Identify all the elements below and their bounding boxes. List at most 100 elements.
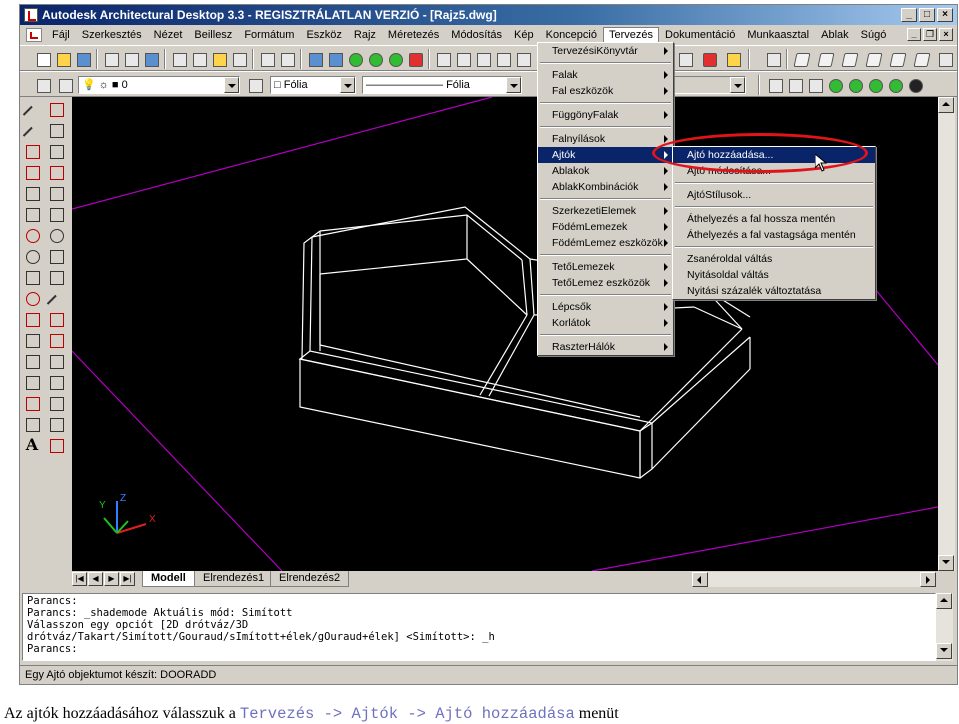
copy-object-icon[interactable]	[46, 120, 66, 140]
save-icon[interactable]	[74, 50, 92, 68]
menu-item-ablakkombinaciok[interactable]: AblakKombinációk	[538, 179, 673, 195]
offset-icon[interactable]	[46, 162, 66, 182]
top-view-icon[interactable]	[792, 50, 810, 68]
menu-tervezes[interactable]: Tervezés	[602, 26, 660, 43]
gouraud-shaded-icon[interactable]	[846, 76, 864, 94]
iso-view-icon[interactable]	[936, 50, 954, 68]
zoom-window-icon[interactable]	[514, 50, 532, 68]
layer-previous-icon[interactable]	[56, 76, 74, 94]
mirror-icon[interactable]	[46, 141, 66, 161]
menu-item-athelyezes-hossz[interactable]: Áthelyezés a fal hossza mentén	[673, 211, 875, 227]
zoom-icon[interactable]	[494, 50, 512, 68]
menu-modositas[interactable]: Módosítás	[445, 27, 508, 43]
multiline-text-icon[interactable]: A	[22, 435, 42, 455]
last-tab-button[interactable]: ▶|	[120, 572, 135, 586]
browser-icon[interactable]	[326, 50, 344, 68]
chevron-down-icon[interactable]	[340, 77, 355, 93]
linetype-select[interactable]: ——————— Fólia	[362, 76, 522, 94]
menu-koncepcio[interactable]: Koncepció	[540, 27, 603, 43]
publish-icon[interactable]	[142, 50, 160, 68]
menu-sugo[interactable]: Súgó	[855, 27, 893, 43]
copy-icon[interactable]	[190, 50, 208, 68]
redo-icon[interactable]	[278, 50, 296, 68]
hide-icon[interactable]	[786, 76, 804, 94]
orbit-icon[interactable]	[906, 76, 924, 94]
make-current-layer-icon[interactable]	[246, 76, 264, 94]
menu-formatum[interactable]: Formátum	[238, 27, 300, 43]
menu-dokumentacio[interactable]: Dokumentáció	[659, 27, 741, 43]
chevron-down-icon[interactable]	[224, 77, 239, 93]
array-icon[interactable]	[46, 183, 66, 203]
doc-close-button[interactable]: ×	[939, 28, 953, 41]
menu-item-fuggonyfalak[interactable]: FüggönyFalak	[538, 107, 673, 123]
print-icon[interactable]	[102, 50, 120, 68]
gouraud-edges-icon[interactable]	[886, 76, 904, 94]
menu-ablak[interactable]: Ablak	[815, 27, 855, 43]
menu-item-athelyezes-vastagsag[interactable]: Áthelyezés a fal vastagsága mentén	[673, 227, 875, 243]
menu-item-lepcsok[interactable]: Lépcsők	[538, 299, 673, 315]
view-icon[interactable]	[764, 50, 782, 68]
scroll-right-button[interactable]	[920, 572, 936, 587]
ucs-icon[interactable]	[386, 50, 404, 68]
flat-shaded-icon[interactable]	[826, 76, 844, 94]
match-properties-icon[interactable]	[230, 50, 248, 68]
line-icon[interactable]	[22, 99, 42, 119]
new-file-icon[interactable]	[34, 50, 52, 68]
polyline-icon[interactable]	[22, 141, 42, 161]
make-block-icon[interactable]	[22, 351, 42, 371]
trim-icon[interactable]	[46, 309, 66, 329]
fillet-icon[interactable]	[46, 414, 66, 434]
insert-block-icon[interactable]	[22, 330, 42, 350]
flat-edges-icon[interactable]	[866, 76, 884, 94]
menu-eszkoz[interactable]: Eszköz	[300, 27, 347, 43]
vertical-scrollbar[interactable]	[938, 97, 955, 571]
tab-elrendezes1[interactable]: Elrendezés1	[194, 571, 274, 587]
menu-item-szerkezetielemek[interactable]: SzerkezetiElemek	[538, 203, 673, 219]
command-history[interactable]: Parancs: Parancs: _shademode Aktuális mód…	[22, 593, 936, 661]
hexagon-icon[interactable]	[22, 183, 42, 203]
hatch-icon[interactable]	[22, 393, 42, 413]
cmd-scroll-up-button[interactable]	[936, 593, 952, 609]
left-view-icon[interactable]	[840, 50, 858, 68]
object-snap-icon[interactable]	[346, 50, 364, 68]
front-view-icon[interactable]	[888, 50, 906, 68]
maximize-button[interactable]: □	[919, 8, 935, 22]
layer-select[interactable]: 💡 ☼ ■ 0	[78, 76, 240, 94]
right-view-icon[interactable]	[864, 50, 882, 68]
first-tab-button[interactable]: |◀	[72, 572, 87, 586]
properties-icon[interactable]	[676, 50, 694, 68]
stretch-icon[interactable]	[46, 267, 66, 287]
menu-item-fal-eszkozok[interactable]: Fal eszközök	[538, 83, 673, 99]
menu-item-tervezesikonyvtar[interactable]: TervezésiKönyvtár	[538, 43, 673, 59]
ellipse-icon[interactable]	[22, 288, 42, 308]
menu-item-raszterhalok[interactable]: RaszterHálók	[538, 339, 673, 355]
chamfer-icon[interactable]	[46, 393, 66, 413]
hyperlink-icon[interactable]	[306, 50, 324, 68]
tracking-icon[interactable]	[366, 50, 384, 68]
menu-rajz[interactable]: Rajz	[348, 27, 382, 43]
menu-beillesz[interactable]: Beillesz	[188, 27, 238, 43]
polygon-icon[interactable]	[22, 162, 42, 182]
move-icon[interactable]	[46, 204, 66, 224]
layer-icon[interactable]	[406, 50, 424, 68]
menu-item-falnyilasok[interactable]: Falnyílások	[538, 131, 673, 147]
measure-icon[interactable]	[434, 50, 452, 68]
menu-item-ablakok[interactable]: Ablakok	[538, 163, 673, 179]
menu-item-tetolemezek[interactable]: TetőLemezek	[538, 259, 673, 275]
scale-icon[interactable]	[46, 246, 66, 266]
menu-item-zsaneroldal-valtas[interactable]: Zsanéroldal váltás	[673, 251, 875, 267]
break-icon[interactable]	[46, 351, 66, 371]
rectangle-icon[interactable]	[22, 204, 42, 224]
wireframe-icon[interactable]	[806, 76, 824, 94]
scroll-left-button[interactable]	[692, 572, 708, 587]
cut-icon[interactable]	[170, 50, 188, 68]
help-icon[interactable]	[700, 50, 718, 68]
menu-item-nyitasoldal-valtas[interactable]: Nyitásoldal váltás	[673, 267, 875, 283]
ellipse-arc-icon[interactable]	[22, 309, 42, 329]
next-tab-button[interactable]: ▶	[104, 572, 119, 586]
doc-restore-button[interactable]: ❐	[923, 28, 937, 41]
dimension-icon[interactable]	[454, 50, 472, 68]
menu-szerkesztes[interactable]: Szerkesztés	[76, 27, 148, 43]
point-icon[interactable]	[22, 372, 42, 392]
command-scrollbar[interactable]	[936, 593, 953, 661]
